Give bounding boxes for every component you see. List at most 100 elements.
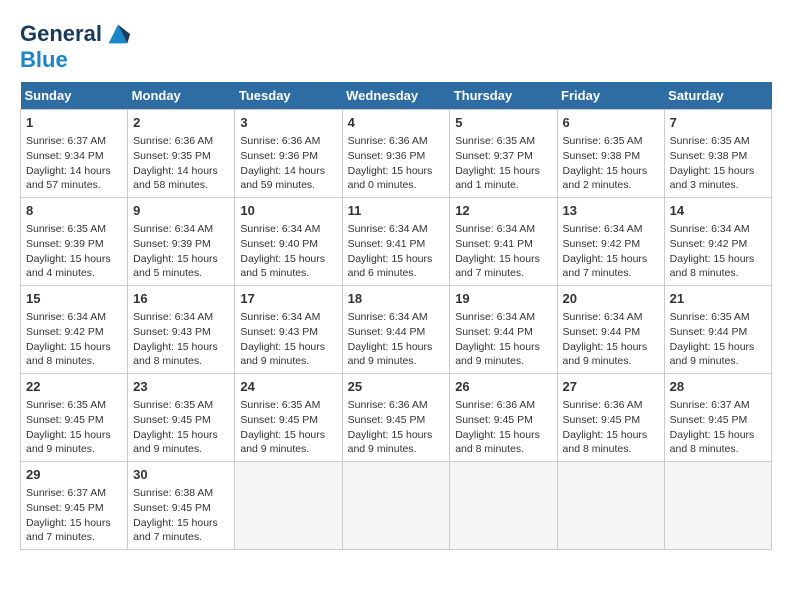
calendar-week-4: 22 Sunrise: 6:35 AMSunset: 9:45 PMDayligh… [21,374,772,462]
day-info: Sunrise: 6:34 AMSunset: 9:44 PMDaylight:… [455,310,551,369]
calendar-cell: 25 Sunrise: 6:36 AMSunset: 9:45 PMDayligh… [342,374,450,462]
day-number: 5 [455,114,551,132]
calendar-cell: 4 Sunrise: 6:36 AMSunset: 9:36 PMDaylight… [342,110,450,198]
day-info: Sunrise: 6:35 AMSunset: 9:39 PMDaylight:… [26,222,122,281]
calendar-cell: 3 Sunrise: 6:36 AMSunset: 9:36 PMDaylight… [235,110,342,198]
day-info: Sunrise: 6:36 AMSunset: 9:45 PMDaylight:… [348,398,445,457]
day-info: Sunrise: 6:34 AMSunset: 9:43 PMDaylight:… [133,310,229,369]
day-info: Sunrise: 6:34 AMSunset: 9:39 PMDaylight:… [133,222,229,281]
calendar-cell: 26 Sunrise: 6:36 AMSunset: 9:45 PMDayligh… [450,374,557,462]
calendar-cell: 2Sunrise: 6:36 AMSunset: 9:35 PMDaylight… [128,110,235,198]
day-number: 15 [26,290,122,308]
day-number: 2 [133,114,229,132]
day-info: Sunrise: 6:34 AMSunset: 9:42 PMDaylight:… [26,310,122,369]
day-info: Sunrise: 6:37 AMSunset: 9:45 PMDaylight:… [26,486,122,545]
day-info: Sunrise: 6:34 AMSunset: 9:42 PMDaylight:… [670,222,766,281]
day-number: 13 [563,202,659,220]
day-number: 12 [455,202,551,220]
day-info: Sunrise: 6:34 AMSunset: 9:42 PMDaylight:… [563,222,659,281]
calendar-cell: 13 Sunrise: 6:34 AMSunset: 9:42 PMDayligh… [557,198,664,286]
col-header-tuesday: Tuesday [235,82,342,110]
col-header-friday: Friday [557,82,664,110]
calendar-cell: 8 Sunrise: 6:35 AMSunset: 9:39 PMDaylight… [21,198,128,286]
calendar-cell [342,461,450,549]
calendar-cell: 12Sunrise: 6:34 AMSunset: 9:41 PMDayligh… [450,198,557,286]
day-info: Sunrise: 6:35 AMSunset: 9:44 PMDaylight:… [670,310,766,369]
day-number: 17 [240,290,336,308]
calendar-cell: 15 Sunrise: 6:34 AMSunset: 9:42 PMDayligh… [21,286,128,374]
day-number: 7 [670,114,766,132]
day-number: 22 [26,378,122,396]
day-number: 11 [348,202,445,220]
calendar-cell: 28 Sunrise: 6:37 AMSunset: 9:45 PMDayligh… [664,374,771,462]
day-info: Sunrise: 6:34 AMSunset: 9:43 PMDaylight:… [240,310,336,369]
calendar-cell: 9 Sunrise: 6:34 AMSunset: 9:39 PMDaylight… [128,198,235,286]
logo-text: General [20,22,102,46]
calendar-cell: 27 Sunrise: 6:36 AMSunset: 9:45 PMDayligh… [557,374,664,462]
calendar-cell: 14 Sunrise: 6:34 AMSunset: 9:42 PMDayligh… [664,198,771,286]
day-number: 27 [563,378,659,396]
calendar-cell: 5 Sunrise: 6:35 AMSunset: 9:37 PMDaylight… [450,110,557,198]
day-info: Sunrise: 6:37 AMSunset: 9:45 PMDaylight:… [670,398,766,457]
calendar-week-5: 29Sunrise: 6:37 AMSunset: 9:45 PMDayligh… [21,461,772,549]
day-number: 3 [240,114,336,132]
day-info: Sunrise: 6:34 AMSunset: 9:40 PMDaylight:… [240,222,336,281]
day-number: 14 [670,202,766,220]
calendar-cell: 23Sunrise: 6:35 AMSunset: 9:45 PMDayligh… [128,374,235,462]
logo: General Blue [20,20,132,72]
calendar-table: SundayMondayTuesdayWednesdayThursdayFrid… [20,82,772,550]
day-info: Sunrise: 6:38 AMSunset: 9:45 PMDaylight:… [133,486,229,545]
day-number: 20 [563,290,659,308]
calendar-cell [557,461,664,549]
day-info: Sunrise: 6:36 AMSunset: 9:45 PMDaylight:… [563,398,659,457]
day-number: 25 [348,378,445,396]
day-info: Sunrise: 6:35 AMSunset: 9:45 PMDaylight:… [26,398,122,457]
day-number: 8 [26,202,122,220]
col-header-sunday: Sunday [21,82,128,110]
day-number: 30 [133,466,229,484]
day-number: 9 [133,202,229,220]
calendar-cell [664,461,771,549]
day-info: Sunrise: 6:35 AMSunset: 9:37 PMDaylight:… [455,134,551,193]
calendar-cell: 11 Sunrise: 6:34 AMSunset: 9:41 PMDayligh… [342,198,450,286]
day-info: Sunrise: 6:36 AMSunset: 9:36 PMDaylight:… [240,134,336,193]
day-info: Sunrise: 6:36 AMSunset: 9:36 PMDaylight:… [348,134,445,193]
day-info: Sunrise: 6:37 AMSunset: 9:34 PMDaylight:… [26,134,122,193]
calendar-cell: 18 Sunrise: 6:34 AMSunset: 9:44 PMDayligh… [342,286,450,374]
day-number: 6 [563,114,659,132]
logo-icon [104,20,132,48]
day-info: Sunrise: 6:36 AMSunset: 9:45 PMDaylight:… [455,398,551,457]
day-number: 18 [348,290,445,308]
day-info: Sunrise: 6:35 AMSunset: 9:38 PMDaylight:… [670,134,766,193]
day-number: 4 [348,114,445,132]
day-number: 28 [670,378,766,396]
day-info: Sunrise: 6:35 AMSunset: 9:45 PMDaylight:… [133,398,229,457]
day-info: Sunrise: 6:34 AMSunset: 9:41 PMDaylight:… [348,222,445,281]
calendar-cell: 17 Sunrise: 6:34 AMSunset: 9:43 PMDayligh… [235,286,342,374]
page-header: General Blue [20,20,772,72]
calendar-cell: 10Sunrise: 6:34 AMSunset: 9:40 PMDayligh… [235,198,342,286]
day-number: 26 [455,378,551,396]
calendar-cell: 19 Sunrise: 6:34 AMSunset: 9:44 PMDayligh… [450,286,557,374]
calendar-cell: 1 Sunrise: 6:37 AMSunset: 9:34 PMDaylight… [21,110,128,198]
calendar-cell [450,461,557,549]
calendar-week-3: 15 Sunrise: 6:34 AMSunset: 9:42 PMDayligh… [21,286,772,374]
col-header-wednesday: Wednesday [342,82,450,110]
col-header-saturday: Saturday [664,82,771,110]
calendar-week-2: 8 Sunrise: 6:35 AMSunset: 9:39 PMDaylight… [21,198,772,286]
calendar-cell: 21Sunrise: 6:35 AMSunset: 9:44 PMDayligh… [664,286,771,374]
col-header-monday: Monday [128,82,235,110]
col-header-thursday: Thursday [450,82,557,110]
calendar-cell [235,461,342,549]
calendar-week-1: 1 Sunrise: 6:37 AMSunset: 9:34 PMDaylight… [21,110,772,198]
calendar-cell: 6Sunrise: 6:35 AMSunset: 9:38 PMDaylight… [557,110,664,198]
calendar-cell: 29Sunrise: 6:37 AMSunset: 9:45 PMDayligh… [21,461,128,549]
day-number: 1 [26,114,122,132]
day-number: 16 [133,290,229,308]
day-info: Sunrise: 6:35 AMSunset: 9:45 PMDaylight:… [240,398,336,457]
calendar-cell: 7 Sunrise: 6:35 AMSunset: 9:38 PMDaylight… [664,110,771,198]
day-number: 24 [240,378,336,396]
calendar-cell: 20Sunrise: 6:34 AMSunset: 9:44 PMDayligh… [557,286,664,374]
day-number: 19 [455,290,551,308]
day-info: Sunrise: 6:34 AMSunset: 9:44 PMDaylight:… [348,310,445,369]
